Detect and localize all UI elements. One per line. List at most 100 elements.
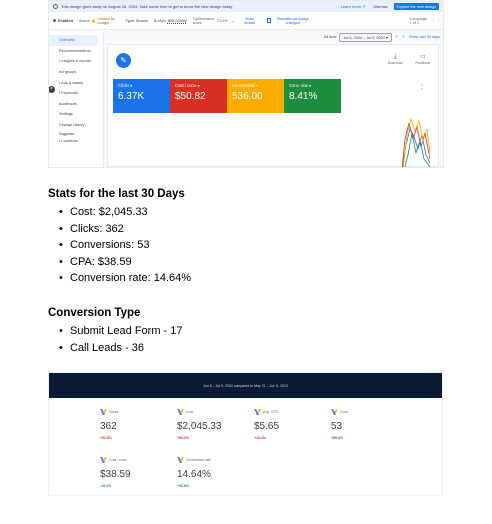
sidebar-item-keywords[interactable]: • Keywords [49,88,103,99]
feedback-button[interactable]: ▭ Feedback [416,54,430,65]
conversion-item-lead-form: Submit Lead Form - 17 [48,323,448,340]
metric-conversion-rate: Conversion rate 14.64% +42.6% [177,457,254,495]
metric-conversion-rate-value: 14.64% [177,469,211,480]
performance-card: ✎ ⤓ Download ▭ Feedback Clicks ▾ 6.37K Co… [107,44,439,167]
banner-message: This design goes away on August 26, 2024… [61,4,233,9]
status-label: Status [78,18,90,23]
date-range-value: Jul 6, 2024 – Jul 5, 2024 [343,35,385,40]
conversion-type-heading: Conversion Type [48,307,141,319]
metric-conversions-delta: +89.3% [331,436,343,440]
metric-cost-per-conv-label: Cost / conv. [109,458,128,462]
chevron-down-icon: ▾ [197,83,200,88]
optimization-score[interactable]: 73.4% [217,19,228,23]
chevron-down-icon: ▾ [309,83,312,88]
sidebar-item-settings[interactable]: Settings [49,109,103,120]
metric-avg-cpc: Avg. CPC $5.65 +15.4% [254,409,331,447]
card-tools: ⤓ Download ▭ Feedback [388,54,430,65]
collapse-sidebar-icon[interactable]: × [49,86,55,93]
show-last-30-days-link[interactable]: Show last 30 days [409,35,440,39]
google-ads-icon [100,409,106,415]
metric-clicks: Clicks 362 +32.8% [100,409,177,447]
simulate-icon [266,18,271,23]
metric-conversions: Conv. 53 +89.3% [331,409,408,447]
optimization-label: Optimization score [192,16,214,25]
next-campaign-icon[interactable]: › [437,18,439,24]
chevron-down-icon[interactable]: ⌄ [232,18,235,23]
dashboard-date-range: Jun 6 – Jul 5, 2024 compared to May 21 –… [203,383,288,388]
next-period-icon[interactable]: › [403,34,405,40]
prev-period-icon[interactable]: ‹ [396,34,398,40]
metric-conversion-rate-label: Conversion rate [186,458,211,462]
series-cost-line [401,122,431,167]
stats-item-cpa: CPA: $38.59 [48,254,448,271]
warning-icon [91,18,96,23]
metric-avg-cpc-value: $5.65 [254,421,280,432]
prev-campaign-icon[interactable]: ‹ [433,18,435,24]
sidebar-item-ad-groups[interactable]: Ad groups [49,67,103,78]
limited-by-budget[interactable]: Limited by budget [98,17,120,25]
metric-cost: Cost $2,045.33 +53.2% [177,409,254,447]
tile-clicks-value: 6.37K [118,91,145,102]
metric-cost-per-conv-value: $38.59 [100,469,131,480]
chevron-down-icon: ▾ [256,83,259,88]
date-range-picker[interactable]: Jul 6, 2024 – Jul 5, 2024 ▾ [339,32,392,42]
sidebar-item-recommendations[interactable]: Recommendations [49,46,103,57]
tile-conv-rate-value: 8.41% [289,91,318,102]
simulate-changes-link[interactable]: Simulate campaign changes [273,17,313,25]
more-vert-icon[interactable]: ⋮ [419,83,425,90]
tile-cost-per-conv-label: Cost / conv. [175,83,197,88]
sidebar: Overview Recommendations • Insights & re… [49,31,104,167]
metric-cost-per-conv: Cost / conv. $38.59 -19.1% [100,457,177,495]
sidebar-item-insights[interactable]: • Insights & reports [49,56,103,67]
series-conversions-line [402,117,431,167]
metric-conversion-rate-delta: +42.6% [177,484,189,488]
chevron-down-icon: ▾ [130,83,133,88]
tile-clicks-label: Clicks [118,83,130,88]
sidebar-item-change-history[interactable]: Change history [49,120,103,131]
series-clicks-line [401,127,431,167]
design-banner: This design goes away on August 26, 2024… [49,1,443,12]
sidebar-item-locations[interactable]: • Locations [49,137,103,144]
date-range-label: All time [324,35,337,39]
metric-avg-cpc-delta: +15.4% [254,436,266,440]
tile-conv-rate-label: Conv. rate [289,83,309,88]
series-conv-rate-line [404,132,431,167]
ads-overview-screenshot: This design goes away on August 26, 2024… [48,0,444,168]
stats-item-conversions: Conversions: 53 [48,237,448,254]
tile-clicks[interactable]: Clicks ▾ 6.37K [113,79,170,113]
tile-cost-per-conv[interactable]: Cost / conv. ▾ $50.82 [170,79,227,113]
explore-design-button[interactable]: Explore the new design [393,3,439,10]
learn-more-link[interactable]: Learn more ↗ [341,4,366,9]
metric-clicks-delta: +32.8% [100,436,112,440]
campaign-header: Enabled Status Limited by budget Type: S… [49,12,443,30]
metric-cost-label: Cost [186,410,194,414]
metric-clicks-value: 362 [100,421,117,432]
edit-pencil-icon[interactable]: ✎ [116,53,131,68]
dismiss-button[interactable]: Dismiss [374,4,388,9]
conversion-type-section: Conversion Type Submit Lead Form - 17 Ca… [48,307,448,356]
google-ads-icon [254,409,260,415]
feedback-label: Feedback [415,61,430,65]
main-panel: All time Jul 6, 2024 – Jul 5, 2024 ▾ ‹ ›… [107,31,443,167]
google-ads-icon [177,409,183,415]
download-label: Download [387,61,403,65]
stats-item-cost: Cost: $2,045.33 [48,204,448,221]
tile-conversions-value: 536.00 [232,91,263,102]
budget-value[interactable]: $68.00/day [168,19,187,23]
sidebar-item-audiences[interactable]: Audiences [49,99,103,110]
dashboard-header: Jun 6 – Jul 5, 2024 compared to May 21 –… [49,373,442,398]
tile-conv-rate[interactable]: Conv. rate ▾ 8.41% [284,79,341,113]
google-ads-icon [331,409,337,415]
sidebar-item-ads-assets[interactable]: • Ads & assets [49,77,103,88]
metric-cost-per-conv-delta: -19.1% [100,484,112,488]
campaign-count: Campaign 1 of 1 [409,16,427,25]
metric-conversions-label: Conv. [340,410,349,414]
download-button[interactable]: ⤓ Download [388,54,403,65]
campaign-status: Enabled [58,18,73,23]
tile-conversions[interactable]: Conversions ▾ 536.00 [227,79,284,113]
conversion-item-call-leads: Call Leads - 36 [48,340,448,357]
sidebar-item-overview[interactable]: Overview [49,35,99,46]
dashboard-screenshot: Jun 6 – Jul 5, 2024 compared to May 21 –… [48,372,443,496]
more-details-link[interactable]: More details [241,17,259,25]
date-range-bar: All time Jul 6, 2024 – Jul 5, 2024 ▾ ‹ ›… [107,31,443,43]
